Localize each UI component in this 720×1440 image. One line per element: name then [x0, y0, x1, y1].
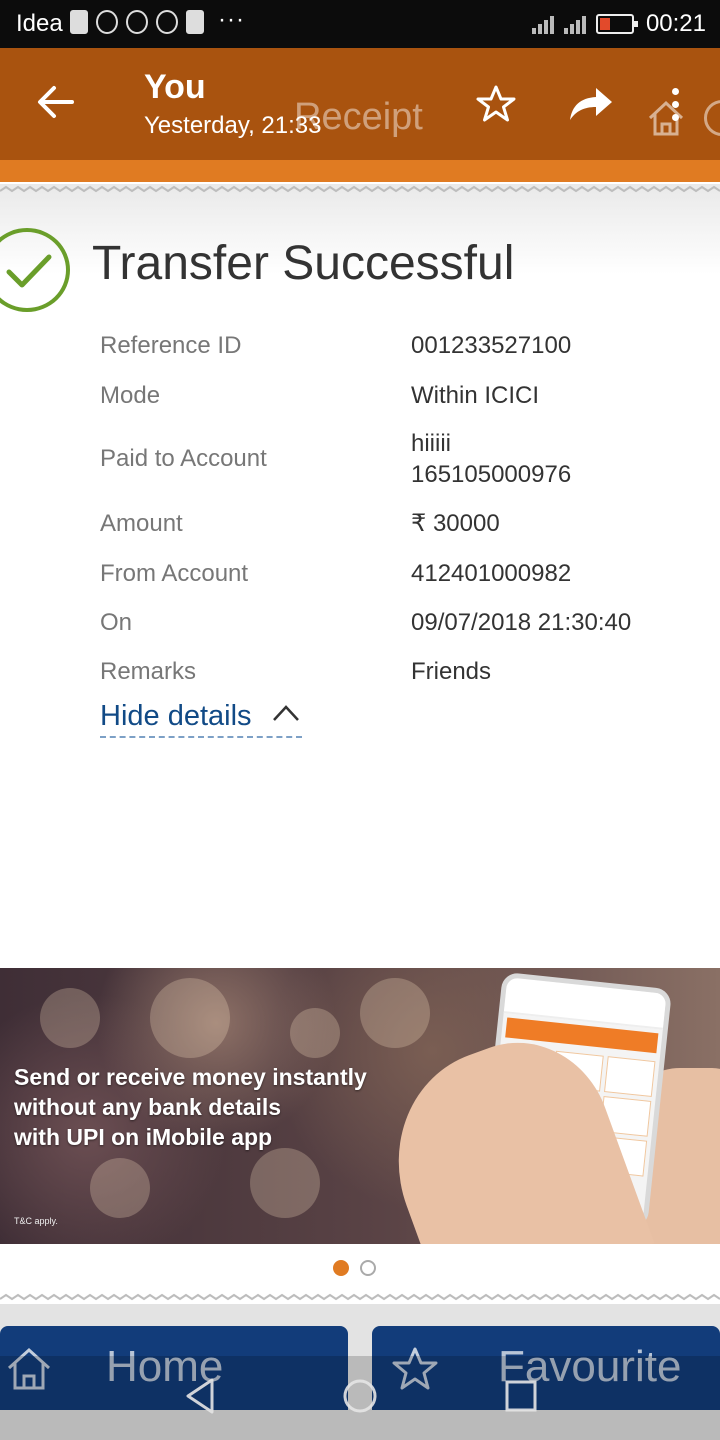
carousel-indicator — [333, 1260, 383, 1278]
help-icon[interactable] — [704, 100, 720, 136]
notification-icons — [70, 10, 204, 34]
detail-row-reference-id: Reference ID 001233527100 — [100, 330, 700, 380]
notification-icon — [70, 10, 88, 34]
detail-label: Paid to Account — [100, 445, 267, 472]
carousel-dot[interactable] — [360, 1260, 376, 1276]
transfer-status-heading: Transfer Successful — [92, 237, 515, 290]
messenger-icon — [126, 10, 148, 34]
more-notifications-icon: ··· — [218, 6, 245, 33]
detail-value: 09/07/2018 21:30:40 — [411, 609, 632, 636]
system-icons — [532, 12, 638, 34]
detail-value: hiiiii 165105000976 — [411, 430, 572, 488]
app-bar: You Yesterday, 21:33 Receipt — [0, 48, 720, 160]
detail-value: Friends — [411, 658, 492, 685]
detail-value: 412401000982 — [411, 560, 572, 587]
back-arrow-icon[interactable] — [36, 82, 76, 122]
nav-home-icon[interactable] — [342, 1376, 378, 1416]
promo-line: Send or receive money instantly — [14, 1064, 367, 1090]
promo-banner[interactable]: Send or receive money instantly without … — [0, 968, 720, 1244]
detail-label: Mode — [100, 382, 161, 409]
transaction-details: Reference ID 001233527100 Mode Within IC… — [100, 330, 700, 696]
whatsapp-icon — [96, 10, 118, 34]
detail-value: Within ICICI — [411, 382, 540, 409]
hide-details-link[interactable]: Hide details — [100, 700, 302, 738]
detail-label: Remarks — [100, 658, 197, 685]
terms-note: T&C apply. — [14, 1216, 58, 1226]
promo-text: Send or receive money instantly without … — [14, 1062, 367, 1152]
detail-row-from-account: From Account 412401000982 — [100, 558, 700, 607]
nav-recents-icon[interactable] — [504, 1376, 538, 1416]
detail-row-on: On 09/07/2018 21:30:40 — [100, 607, 700, 656]
detail-row-paid-to-account: Paid to Account hiiiii 165105000976 — [100, 428, 700, 508]
detail-row-remarks: Remarks Friends — [100, 656, 700, 696]
clock: 00:21 — [645, 10, 706, 37]
detail-label: Reference ID — [100, 332, 242, 359]
screen-title: Receipt — [294, 96, 423, 138]
battery-icon — [596, 14, 638, 34]
card-top-edge — [0, 185, 720, 193]
facebook-icon — [186, 10, 204, 34]
detail-value: ₹ 30000 — [411, 510, 500, 537]
signal-icon — [532, 12, 554, 34]
home-icon[interactable] — [646, 98, 686, 138]
promo-line: without any bank details — [14, 1094, 282, 1120]
signal-icon-2 — [564, 12, 586, 34]
detail-row-mode: Mode Within ICICI — [100, 380, 700, 428]
star-icon[interactable] — [476, 84, 516, 124]
chat-title: You — [144, 68, 206, 106]
header-strip — [0, 160, 720, 182]
forward-icon[interactable] — [568, 84, 614, 124]
carousel-dot-active[interactable] — [333, 1260, 349, 1276]
detail-row-amount: Amount ₹ 30000 — [100, 508, 700, 558]
hide-details-label: Hide details — [100, 700, 252, 732]
detail-label: Amount — [100, 510, 183, 537]
detail-label: On — [100, 609, 133, 636]
card-bottom-edge — [0, 1294, 720, 1300]
system-navigation-bar — [0, 1356, 720, 1440]
wifi-hotspot-icon — [156, 10, 178, 34]
more-options-icon[interactable] — [672, 88, 680, 127]
nav-back-icon[interactable] — [184, 1376, 216, 1416]
status-bar: Idea ··· 00:21 — [0, 0, 720, 48]
chevron-up-icon — [273, 705, 299, 721]
detail-value: 001233527100 — [411, 332, 572, 359]
promo-line: with UPI on iMobile app — [14, 1124, 273, 1150]
carrier-name: Idea — [16, 10, 63, 37]
detail-label: From Account — [100, 560, 249, 587]
